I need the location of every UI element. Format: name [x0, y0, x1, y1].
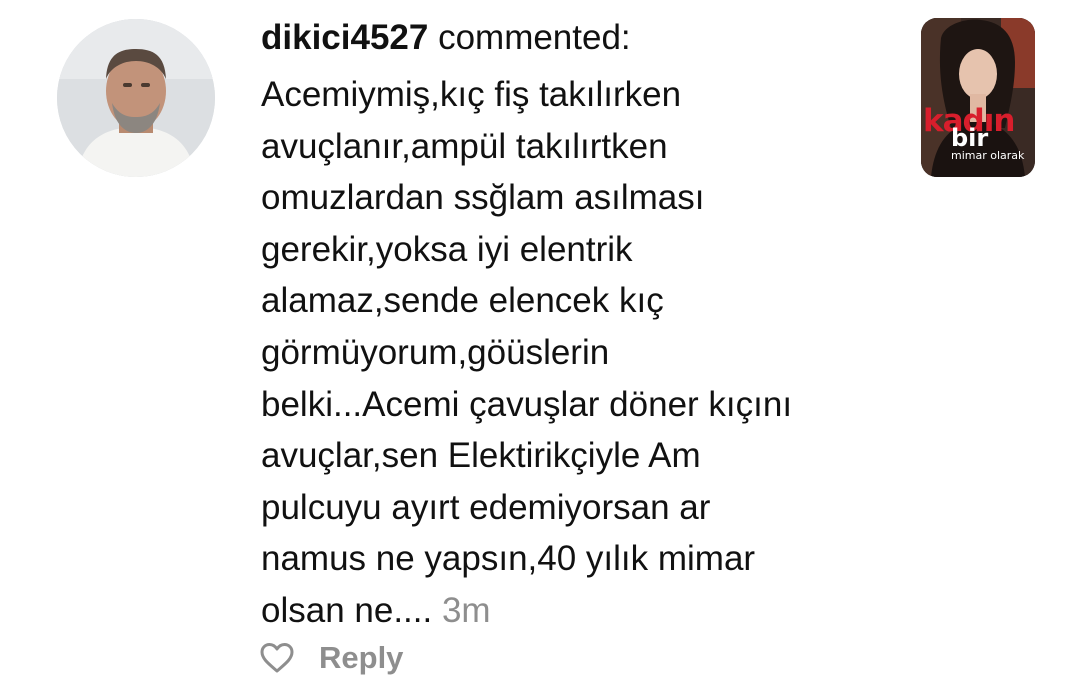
- comment-line-text: olsan ne....: [261, 590, 433, 630]
- comment-body: Acemiymiş,kıç fiş takılırken avuçlanır,a…: [261, 69, 901, 637]
- comment-header: dikici4527 commented:: [261, 16, 901, 60]
- timestamp: 3m: [441, 590, 491, 630]
- comment-line: pulcuyu ayırt edemiyorsan ar: [261, 487, 711, 527]
- comment-line: belki...Acemi çavuşlar döner kıçını: [261, 384, 793, 424]
- comment-action: commented:: [428, 18, 631, 57]
- comment-line: omuzlardan ssğlam asılması: [261, 178, 705, 218]
- comment-line: görmüyorum,göüslerin: [261, 332, 610, 372]
- comment-line-last: olsan ne.... 3m: [261, 585, 901, 637]
- comment-line: Acemiymiş,kıç fiş takılırken: [261, 75, 682, 114]
- heart-outline-icon[interactable]: [259, 642, 295, 674]
- username[interactable]: dikici4527: [261, 18, 428, 57]
- post-thumbnail[interactable]: kadın bir mimar olarak: [921, 18, 1035, 177]
- comment-line: avuçlar,sen Elektirikçiyle Am: [261, 436, 701, 476]
- comment: dikici4527 commented: Acemiymiş,kıç fiş …: [261, 16, 901, 637]
- avatar-photo: [57, 19, 215, 177]
- thumbnail-caption: mimar olarak: [951, 149, 1025, 162]
- comment-actions: Reply: [259, 638, 403, 678]
- avatar[interactable]: [57, 19, 215, 177]
- reply-button[interactable]: Reply: [319, 640, 403, 676]
- thumbnail-subtitle: bir: [951, 124, 989, 152]
- comment-line: alamaz,sende elencek kıç: [261, 281, 664, 321]
- comment-line: gerekir,yoksa iyi elentrik: [261, 229, 633, 269]
- comment-line: avuçlanır,ampül takılırtken: [261, 126, 668, 166]
- comment-line: namus ne yapsın,40 yılık mimar: [261, 539, 756, 579]
